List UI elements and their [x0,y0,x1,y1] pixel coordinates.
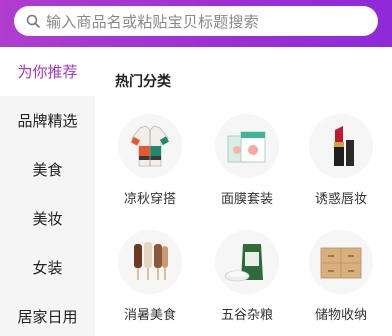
sidebar-item-home[interactable]: 居家日用 [0,292,95,336]
category-item[interactable]: 储物收纳 [301,230,381,323]
sidebar-item-label: 为你推荐 [17,63,78,81]
category-item[interactable]: 消暑美食 [110,230,190,323]
jacket-icon [118,114,182,178]
lipstick-icon [309,114,373,178]
search-icon [26,14,40,28]
sidebar-item-brand[interactable]: 品牌精选 [0,96,95,145]
section-title: 热门分类 [115,74,171,90]
sidebar-item-label: 居家日用 [17,308,78,326]
category-item[interactable]: 诱惑唇妆 [301,114,381,207]
drawer-cabinet-icon [309,230,373,294]
category-item[interactable]: 凉秋穿搭 [110,114,190,207]
sidebar-item-food[interactable]: 美食 [0,145,95,194]
sidebar-item-recommended[interactable]: 为你推荐 [0,47,95,96]
category-item[interactable]: 五谷杂粮 [207,230,287,323]
category-item[interactable]: 面膜套装 [207,114,287,207]
top-bar: 输入商品名或粘贴宝贝标题搜索 [0,0,392,47]
category-label: 面膜套装 [220,192,273,207]
sidebar-item-label: 美妆 [32,210,63,228]
search-input[interactable]: 输入商品名或粘贴宝贝标题搜索 [14,6,378,36]
main-content: 热门分类 凉秋穿搭 面膜套装 诱惑唇妆 消暑美食 五谷杂粮 储物收纳 [95,47,392,336]
category-label: 五谷杂粮 [220,308,273,323]
sidebar-item-womenswear[interactable]: 女装 [0,243,95,292]
rice-bag-icon [215,230,279,294]
sidebar-item-label: 女装 [32,259,63,277]
sidebar-item-label: 品牌精选 [17,112,78,130]
category-sidebar: 为你推荐 品牌精选 美食 美妆 女装 居家日用 [0,47,95,336]
category-label: 消暑美食 [123,308,176,323]
sidebar-item-beauty[interactable]: 美妆 [0,194,95,243]
search-placeholder: 输入商品名或粘贴宝贝标题搜索 [46,12,259,31]
sidebar-item-label: 美食 [32,161,63,179]
facemask-box-icon [215,114,279,178]
category-label: 诱惑唇妆 [314,192,367,207]
category-label: 凉秋穿搭 [123,192,176,207]
category-label: 储物收纳 [314,308,367,323]
popsicle-icon [118,230,182,294]
